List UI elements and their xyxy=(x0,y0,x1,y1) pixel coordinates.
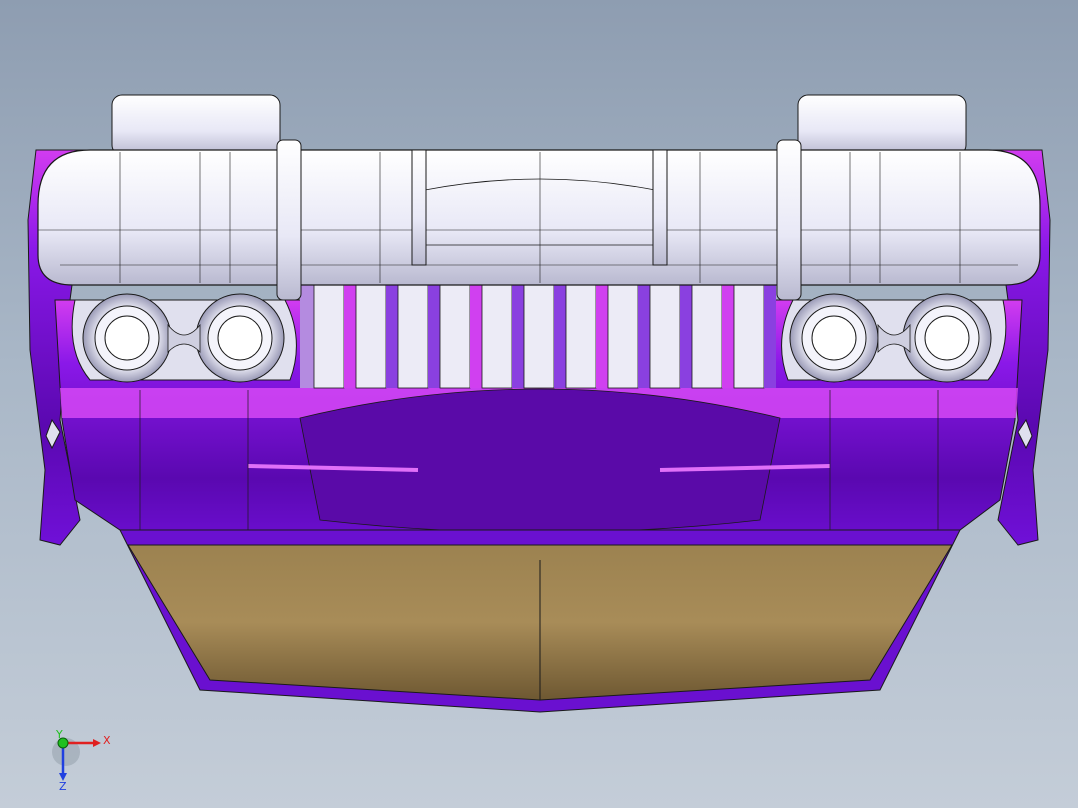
grille-slat xyxy=(607,281,639,389)
grille-gap xyxy=(344,282,356,388)
grille-gap xyxy=(722,282,734,388)
x-axis-label: X xyxy=(103,734,111,747)
grille-slat xyxy=(523,281,555,389)
grille-slat xyxy=(691,281,723,389)
grille-slat xyxy=(565,281,597,389)
y-axis-label: Y xyxy=(55,728,63,741)
left-lamp-housing xyxy=(71,293,297,383)
grille-slat xyxy=(733,281,765,389)
grille-slat xyxy=(481,281,513,389)
grille-gap xyxy=(386,282,398,388)
grille-slat xyxy=(439,281,471,389)
grille-slat xyxy=(355,281,387,389)
grille-slat xyxy=(649,281,681,389)
top-right-block xyxy=(797,94,967,156)
grille-slats xyxy=(313,281,776,389)
grille-gap xyxy=(764,282,776,388)
grille-gap xyxy=(596,282,608,388)
grille-slat xyxy=(397,281,429,389)
top-left-block xyxy=(111,94,281,156)
z-axis-label: Z xyxy=(59,780,67,793)
grille-gap xyxy=(554,282,566,388)
grille-slat xyxy=(313,281,345,389)
grille-gap xyxy=(512,282,524,388)
center-hump xyxy=(299,388,781,533)
cad-model-view[interactable]: X Y Z xyxy=(0,0,1078,808)
grille-gap xyxy=(638,282,650,388)
grille-gap xyxy=(470,282,482,388)
right-lamp-housing xyxy=(781,293,1007,383)
coordinate-triad: X Y Z xyxy=(52,728,111,793)
graphics-viewport[interactable]: X Y Z xyxy=(0,0,1078,808)
grille-gap xyxy=(428,282,440,388)
grille-gap xyxy=(680,282,692,388)
